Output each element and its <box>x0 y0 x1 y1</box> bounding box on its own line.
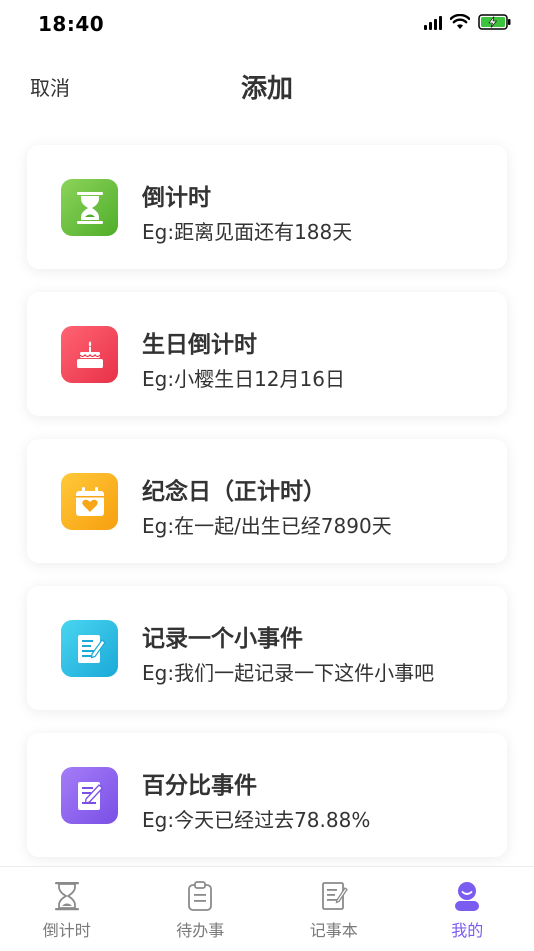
tab-label: 待办事 <box>176 917 224 941</box>
birthday-countdown-card[interactable]: 生日倒计时 Eg:小樱生日12月16日 <box>27 292 507 416</box>
tab-mine[interactable]: 我的 <box>401 867 534 951</box>
event-type-list: 倒计时 Eg:距离见面还有188天 生日倒计时 Eg:小樱生日12月16日 <box>27 145 507 880</box>
card-description: Eg:在一起/出生已经7890天 <box>142 510 392 539</box>
battery-charging-icon <box>478 14 512 30</box>
document-pencil-icon <box>61 767 118 824</box>
tab-label: 倒计时 <box>43 917 91 941</box>
user-icon <box>450 879 484 913</box>
card-title: 倒计时 <box>142 178 211 212</box>
anniversary-card[interactable]: 纪念日（正计时） Eg:在一起/出生已经7890天 <box>27 439 507 563</box>
hourglass-icon <box>61 179 118 236</box>
hourglass-icon <box>50 879 84 913</box>
tab-label: 记事本 <box>310 917 358 941</box>
tab-notebook[interactable]: 记事本 <box>267 867 401 951</box>
nav-bar: 取消 添加 <box>0 48 534 128</box>
page-title: 添加 <box>0 68 534 105</box>
card-title: 百分比事件 <box>142 766 257 800</box>
status-time: 18:40 <box>38 12 104 36</box>
card-title: 记录一个小事件 <box>142 619 303 653</box>
status-icons <box>424 14 512 30</box>
card-description: Eg:距离见面还有188天 <box>142 216 352 245</box>
status-bar: 18:40 <box>0 0 534 48</box>
calendar-heart-icon <box>61 473 118 530</box>
card-title: 纪念日（正计时） <box>142 472 326 506</box>
cellular-signal-icon <box>424 14 442 30</box>
clipboard-icon <box>183 879 217 913</box>
card-description: Eg:今天已经过去78.88% <box>142 804 370 833</box>
tab-todo[interactable]: 待办事 <box>134 867 268 951</box>
tab-label: 我的 <box>451 917 483 941</box>
card-title: 生日倒计时 <box>142 325 257 359</box>
wifi-icon <box>450 14 470 30</box>
notepad-pencil-icon <box>61 620 118 677</box>
tab-bar: 倒计时 待办事 记事本 <box>0 866 534 951</box>
card-description: Eg:我们一起记录一下这件小事吧 <box>142 657 434 686</box>
card-description: Eg:小樱生日12月16日 <box>142 363 345 392</box>
birthday-cake-icon <box>61 326 118 383</box>
percentage-event-card[interactable]: 百分比事件 Eg:今天已经过去78.88% <box>27 733 507 857</box>
tab-countdown[interactable]: 倒计时 <box>0 867 134 951</box>
record-event-card[interactable]: 记录一个小事件 Eg:我们一起记录一下这件小事吧 <box>27 586 507 710</box>
notebook-icon <box>317 879 351 913</box>
countdown-card[interactable]: 倒计时 Eg:距离见面还有188天 <box>27 145 507 269</box>
